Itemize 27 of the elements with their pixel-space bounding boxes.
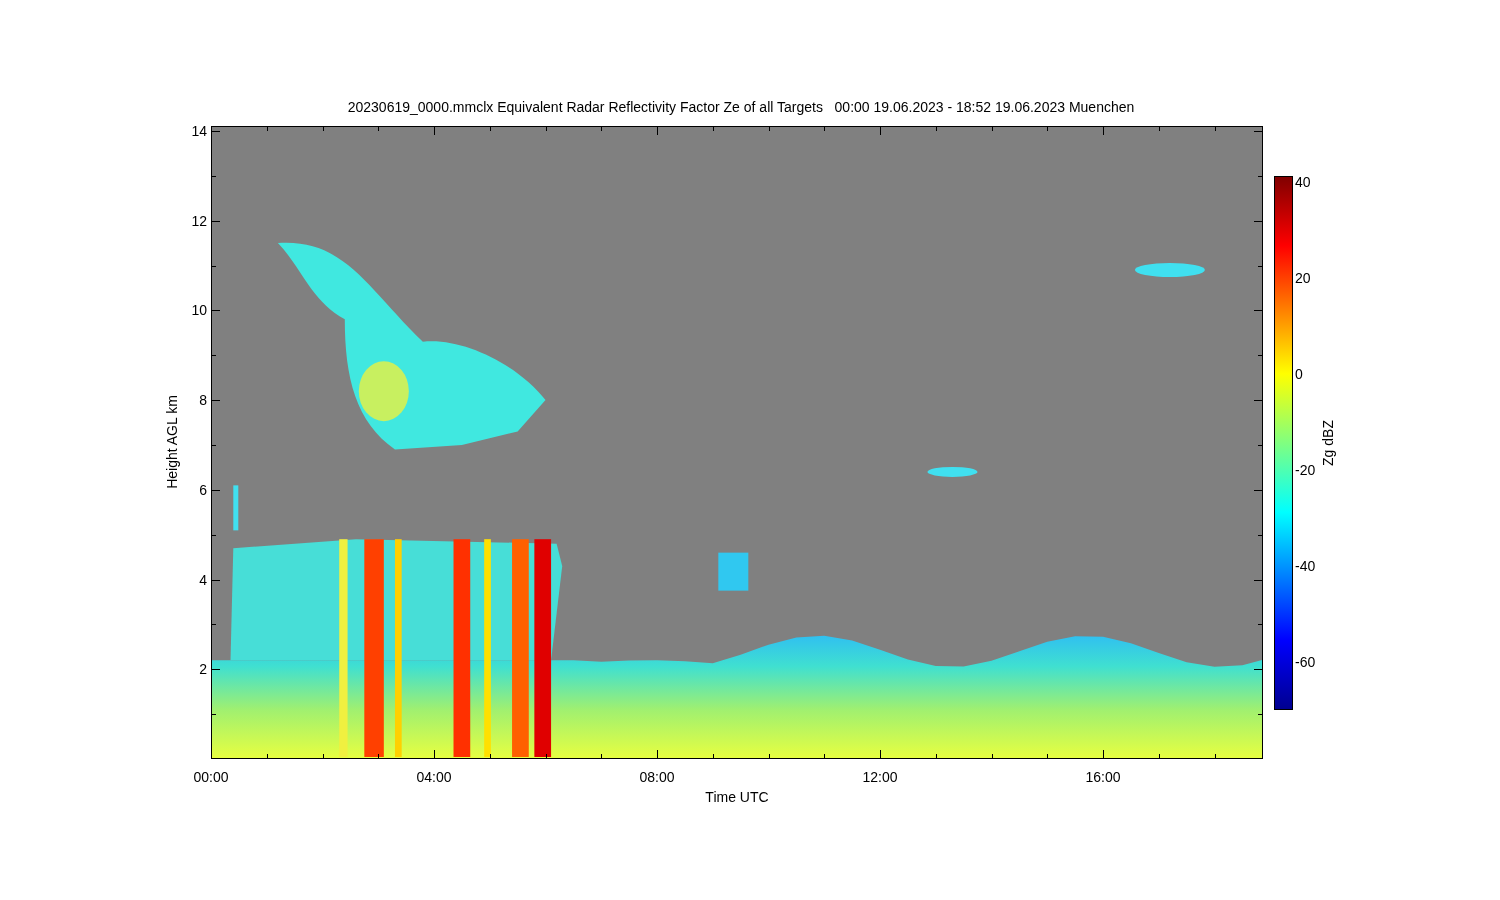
y-tick-label: 10 (191, 302, 207, 319)
y-tick-label: 4 (199, 571, 207, 588)
colorbar-tick-label: -60 (1295, 654, 1316, 670)
colorbar-tick-label: 40 (1295, 174, 1311, 190)
colorbar-tick-label: 0 (1295, 366, 1303, 382)
x-tick-label: 12:00 (862, 769, 898, 785)
y-tick-label: 12 (191, 212, 207, 229)
x-tick-label: 16:00 (1085, 769, 1121, 785)
x-axis-title: Time UTC (705, 789, 769, 805)
x-tick-label: 08:00 (639, 769, 675, 785)
y-tick-label: 8 (199, 392, 207, 409)
colorbar-tick-label: -40 (1295, 558, 1316, 574)
cloud-echo (1134, 263, 1205, 278)
x-tick-label: 00:00 (193, 769, 229, 785)
plot-title: 20230619_0000.mmclx Equivalent Radar Reflectivity Factor Ze of all Targets 00:00 19.06.2023 - 18:52 19.06.2023 Muenchen (347, 99, 1135, 115)
y-axis-title: Height AGL km (164, 395, 180, 489)
y-tick-label: 2 (199, 661, 207, 678)
cloud-echo (927, 466, 978, 477)
cloud-echo (718, 552, 749, 591)
colorbar-title: Zg dBZ (1320, 420, 1336, 466)
colorbar-tick-label: -20 (1295, 462, 1316, 478)
y-tick-label: 14 (191, 122, 207, 139)
cloud-echo (233, 485, 239, 531)
x-tick-label: 04:00 (416, 769, 452, 785)
cloud-core-echo (358, 361, 409, 422)
colorbar-tick-label: 20 (1295, 270, 1311, 286)
y-tick-label: 6 (199, 481, 207, 498)
